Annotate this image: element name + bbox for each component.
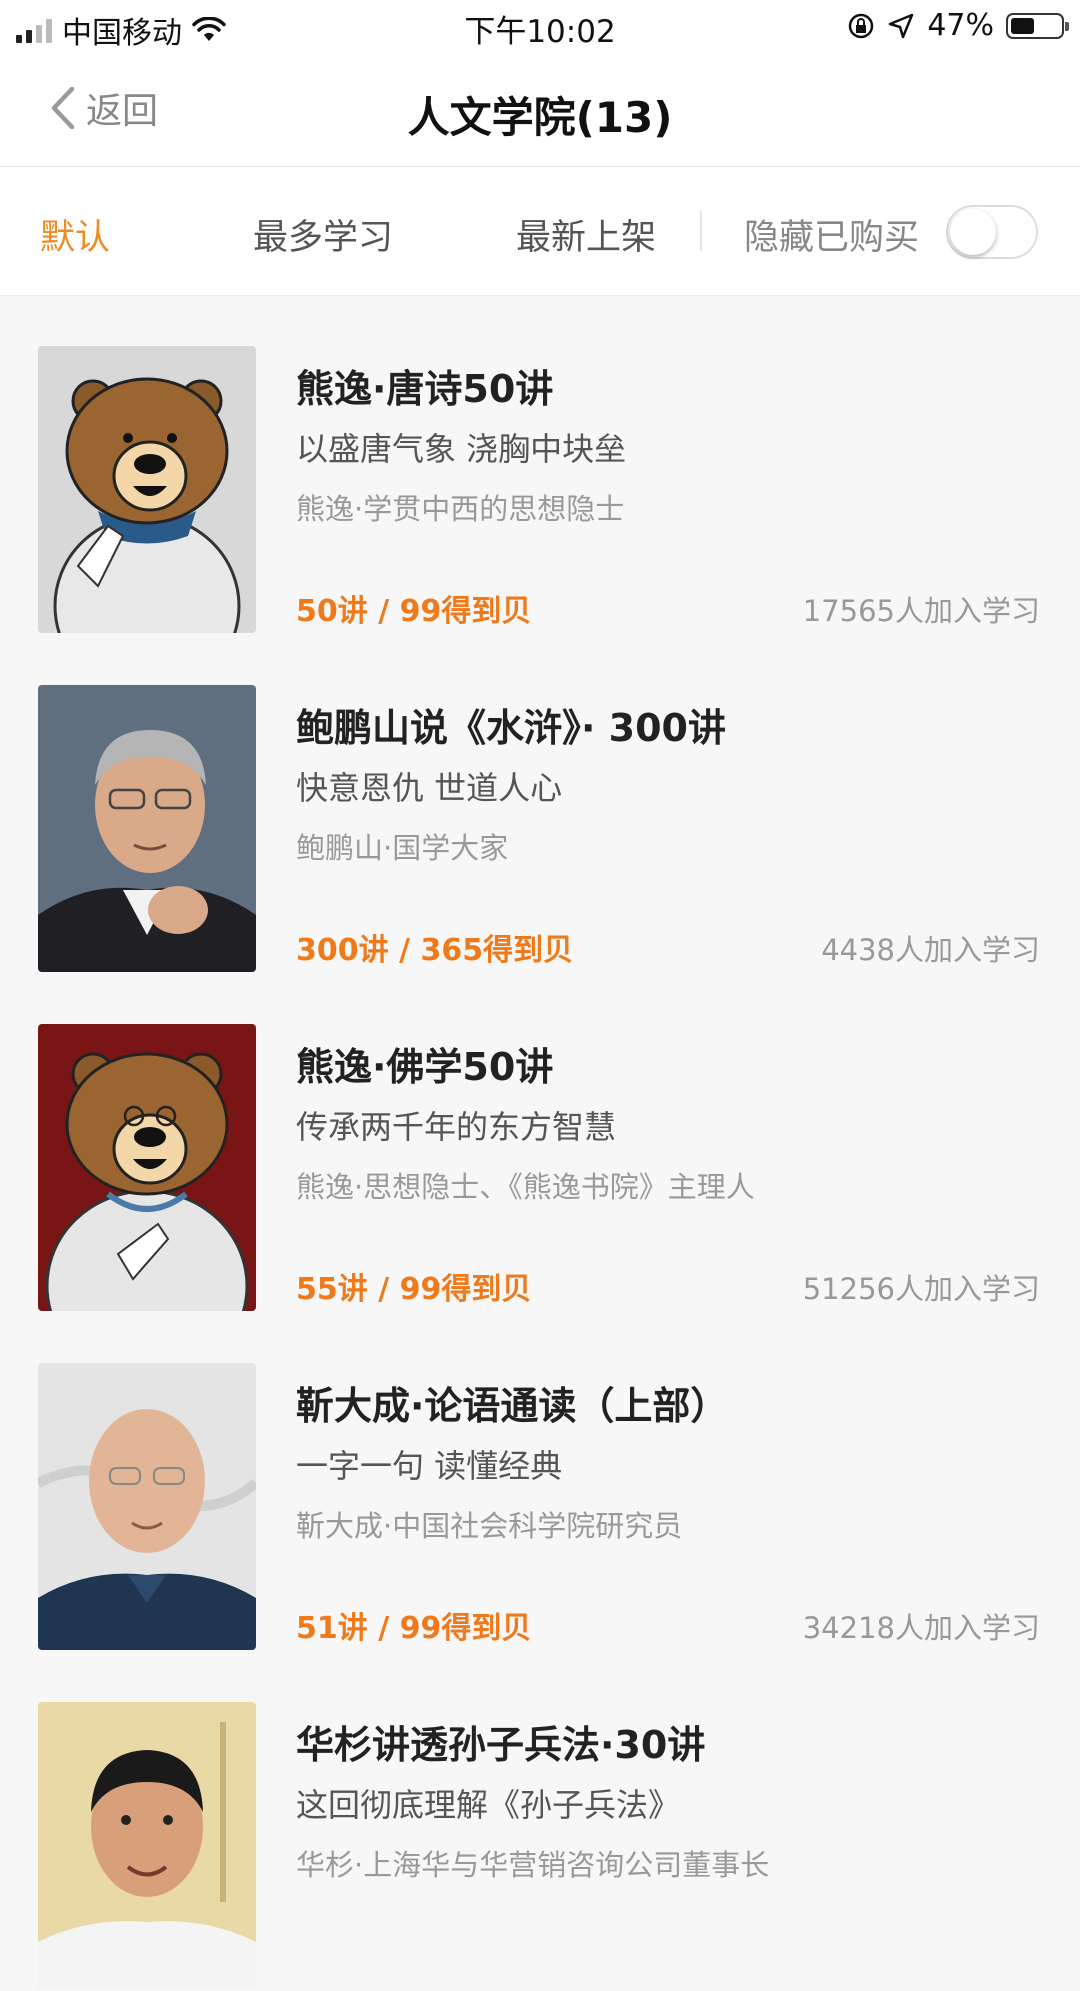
course-author: 靳大成·中国社会科学院研究员 bbox=[296, 1509, 683, 1543]
course-cover-portrait bbox=[38, 1363, 256, 1650]
tab-default[interactable]: 默认 bbox=[40, 209, 110, 260]
course-subtitle: 传承两千年的东方智慧 bbox=[296, 1108, 617, 1146]
course-title: 鲍鹏山说《水浒》· 300讲 bbox=[296, 706, 726, 750]
tab-newest[interactable]: 最新上架 bbox=[516, 209, 656, 260]
course-cover-bear bbox=[38, 346, 256, 633]
course-learners: 34218人加入学习 bbox=[802, 1611, 1040, 1645]
list-item[interactable]: 鲍鹏山说《水浒》· 300讲 快意恩仇 世道人心 鲍鹏山·国学大家 300讲 /… bbox=[0, 635, 1080, 974]
course-price: 51讲 / 99得到贝 bbox=[296, 1611, 532, 1646]
course-subtitle: 以盛唐气象 浇胸中块垒 bbox=[296, 430, 627, 468]
course-list: 熊逸·唐诗50讲 以盛唐气象 浇胸中块垒 熊逸·学贯中西的思想隐士 50讲 / … bbox=[0, 296, 1080, 1991]
status-right: 47% bbox=[847, 8, 1069, 43]
course-title: 熊逸·唐诗50讲 bbox=[296, 367, 554, 411]
tab-most-studied[interactable]: 最多学习 bbox=[253, 209, 393, 260]
course-title: 熊逸·佛学50讲 bbox=[296, 1045, 554, 1089]
course-subtitle: 这回彻底理解《孙子兵法》 bbox=[296, 1786, 681, 1824]
course-author: 鲍鹏山·国学大家 bbox=[296, 831, 509, 865]
course-learners: 51256人加入学习 bbox=[802, 1272, 1040, 1306]
list-item[interactable]: 熊逸·唐诗50讲 以盛唐气象 浇胸中块垒 熊逸·学贯中西的思想隐士 50讲 / … bbox=[0, 296, 1080, 635]
course-cover-portrait bbox=[38, 1702, 256, 1989]
course-subtitle: 一字一句 读懂经典 bbox=[296, 1447, 563, 1485]
list-item[interactable]: 华杉讲透孙子兵法·30讲 这回彻底理解《孙子兵法》 华杉·上海华与华营销咨询公司… bbox=[0, 1652, 1080, 1991]
course-learners: 17565人加入学习 bbox=[802, 594, 1040, 628]
rotation-lock-icon bbox=[849, 13, 874, 38]
course-price: 300讲 / 365得到贝 bbox=[296, 933, 574, 968]
page-title: 人文学院(13) bbox=[407, 93, 673, 142]
course-price: 50讲 / 99得到贝 bbox=[296, 594, 532, 629]
course-price: 55讲 / 99得到贝 bbox=[296, 1272, 532, 1307]
toggle-knob bbox=[950, 209, 996, 255]
hide-purchased-toggle[interactable] bbox=[946, 205, 1038, 259]
location-arrow-icon bbox=[889, 13, 914, 38]
battery-percent: 47% bbox=[927, 8, 994, 43]
nav-bar: 返回 人文学院(13) bbox=[0, 54, 1080, 167]
list-item[interactable]: 熊逸·佛学50讲 传承两千年的东方智慧 熊逸·思想隐士、《熊逸书院》主理人 55… bbox=[0, 974, 1080, 1313]
status-bar: 中国移动 下午10:02 47% bbox=[0, 0, 1080, 54]
course-learners: 4438人加入学习 bbox=[821, 933, 1040, 967]
list-item[interactable]: 靳大成·论语通读（上部） 一字一句 读懂经典 靳大成·中国社会科学院研究员 51… bbox=[0, 1313, 1080, 1652]
course-author: 熊逸·思想隐士、《熊逸书院》主理人 bbox=[296, 1170, 755, 1204]
battery-icon bbox=[1006, 12, 1069, 39]
filter-bar: 默认 最多学习 最新上架 隐藏已购买 bbox=[0, 167, 1080, 296]
course-author: 熊逸·学贯中西的思想隐士 bbox=[296, 492, 625, 526]
course-subtitle: 快意恩仇 世道人心 bbox=[296, 769, 563, 807]
course-cover-portrait bbox=[38, 685, 256, 972]
course-title: 靳大成·论语通读（上部） bbox=[296, 1384, 729, 1428]
course-title: 华杉讲透孙子兵法·30讲 bbox=[296, 1723, 706, 1767]
course-cover-bear bbox=[38, 1024, 256, 1311]
filter-divider bbox=[700, 211, 702, 251]
course-author: 华杉·上海华与华营销咨询公司董事长 bbox=[296, 1848, 770, 1882]
hide-purchased-label: 隐藏已购买 bbox=[744, 218, 920, 258]
